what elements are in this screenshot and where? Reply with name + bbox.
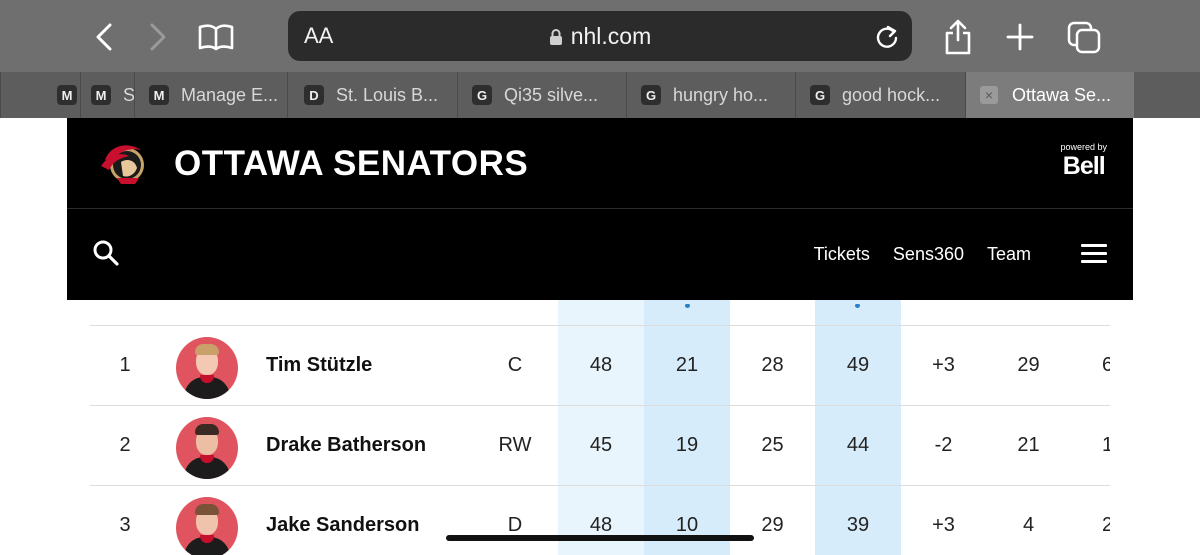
avatar-hair [195,424,219,435]
forward-icon[interactable] [138,18,178,56]
stat-cell: +3 [932,354,955,376]
tab-4[interactable]: D St. Louis B... [287,72,457,118]
stat-cell: 29 [1017,354,1040,376]
rank-cell: 1 [119,354,131,376]
stat-cell: 45 [589,434,613,456]
position-cell: RW [498,434,532,456]
table-row[interactable]: 3 Jake Sanderson D 48 10 29 39 +3 4 2 [90,485,1110,555]
tab-favicon: M [149,85,169,105]
stat-cell: 1 [1102,434,1110,456]
sponsor-logo: Bell [1062,152,1106,180]
url-text: nhl.com [570,23,652,49]
stat-cell: 21 [675,354,699,376]
new-tab-icon[interactable] [1000,18,1040,56]
stat-cell: 2 [1102,514,1110,536]
position-cell: C [507,354,523,376]
stats-table: 1 Tim Stützle C 48 21 28 49 +3 29 6 2 Dr… [90,300,1110,555]
stat-cell: 48 [589,514,613,536]
stat-cell: 49 [846,354,870,376]
stat-cell: 21 [1017,434,1040,456]
tab-label: St. Louis B... [336,84,439,105]
tab-active-ottawa[interactable]: × Ottawa Se... [965,72,1134,118]
sponsor-badge[interactable]: powered by Bell [1060,142,1107,181]
tab-5[interactable]: G Qi35 silve... [457,72,626,118]
nav-sens360[interactable]: Sens360 [893,244,964,265]
reload-icon[interactable] [874,23,900,49]
tab-6[interactable]: Ghungry ho... [626,72,795,118]
tab-favicon: G [472,85,492,105]
tab-2[interactable]: MS [80,72,134,118]
rank-cell: 3 [119,514,131,536]
stat-cell: 25 [761,434,784,456]
tab-label: hungry ho... [673,84,769,105]
stat-cell: +3 [932,514,955,536]
stat-cell: 44 [846,434,870,456]
tab-3[interactable]: M Manage E... [134,72,287,118]
player-avatar[interactable] [176,417,238,479]
player-avatar[interactable] [176,497,238,555]
avatar-hair [195,344,219,355]
back-icon[interactable] [84,18,124,56]
stat-cell: 48 [589,354,613,376]
nav-tickets[interactable]: Tickets [814,244,870,265]
tab-favicon: M [57,85,77,105]
senators-logo-icon[interactable] [99,140,151,186]
stat-cell: 39 [846,514,870,536]
table-row[interactable]: 2 Drake Batherson RW 45 19 25 44 -2 21 1 [90,405,1110,485]
avatar-hair [195,504,219,515]
tab-strip: M MS M Manage E... D St. Louis B... G Qi35 … [0,72,1200,118]
tab-7[interactable]: Ggood hock... [795,72,965,118]
player-avatar[interactable] [176,337,238,399]
tab-label: Manage E... [181,84,279,105]
share-icon[interactable] [938,18,978,56]
player-name[interactable]: Jake Sanderson [266,485,496,555]
menu-icon[interactable] [1081,244,1107,264]
search-icon[interactable] [91,238,121,268]
tab-close-icon[interactable]: × [980,86,998,104]
lock-icon [549,29,562,45]
stat-cell: 29 [761,514,784,536]
tab-favicon: G [810,85,830,105]
tab-label: Ottawa Se... [1012,84,1112,105]
address-bar[interactable]: AA nhl.com [288,11,912,61]
stat-cell: 6 [1102,354,1110,376]
tab-label: Qi35 silve... [504,84,599,105]
tab-favicon: M [91,85,111,105]
tab-1[interactable]: M [0,72,80,118]
tab-favicon: G [641,85,661,105]
header-divider [67,208,1133,209]
team-name[interactable]: OTTAWA SENATORS [174,144,528,184]
nav-team[interactable]: Team [987,244,1031,265]
player-name[interactable]: Tim Stützle [266,325,496,405]
player-name[interactable]: Drake Batherson [266,405,496,485]
position-cell: D [507,514,523,536]
url-display[interactable]: nhl.com [288,23,912,50]
stat-cell: 28 [761,354,784,376]
home-indicator[interactable] [446,535,754,541]
stat-cell: 10 [675,514,699,536]
tab-label: good hock... [842,84,941,105]
tab-label: S [123,84,134,105]
table-row[interactable]: 1 Tim Stützle C 48 21 28 49 +3 29 6 [90,325,1110,405]
rank-cell: 2 [119,434,131,456]
tab-favicon: D [304,85,324,105]
stat-cell: 19 [675,434,699,456]
site-header: OTTAWA SENATORS powered by Bell Tickets … [67,118,1133,300]
bookmarks-icon[interactable] [196,18,236,56]
tabs-overview-icon[interactable] [1064,18,1104,56]
main-nav: Tickets Sens360 Team [814,244,1031,265]
stat-cell: -2 [934,434,953,456]
powered-by-label: powered by [1060,142,1107,152]
stat-cell: 4 [1022,514,1035,536]
browser-toolbar: AA nhl.com [0,0,1200,72]
